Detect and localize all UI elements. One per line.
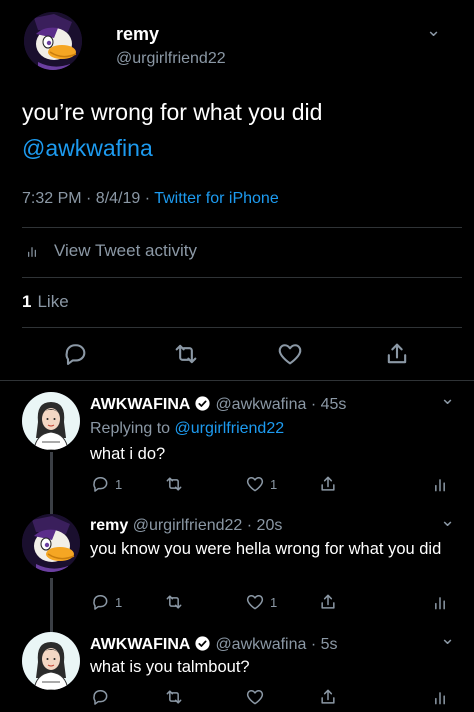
divider [22,277,462,278]
divider [22,327,462,328]
heart-icon [245,592,265,612]
heart-icon [245,474,265,494]
reply-text: what is you talmbout? [90,658,250,676]
tweet-source-link[interactable]: Twitter for iPhone [154,190,279,207]
tweet-meta: 7:32 PM · 8/4/19 · Twitter for iPhone [22,190,279,208]
reply-tweet[interactable]: AWKWAFINA @awkwafina · 45s ⌄ Replying to … [0,388,474,504]
like-button[interactable]: 1 [245,473,277,495]
avatar[interactable] [24,12,82,70]
heart-icon[interactable] [245,686,265,708]
author-name[interactable]: AWKWAFINA [90,636,190,653]
reply-button[interactable]: 1 [90,473,122,495]
like-count: 1 [270,594,278,610]
reply-header: remy @urgirlfriend22 · 20s [90,517,282,535]
author-handle[interactable]: @awkwafina · 45s [215,396,346,413]
like-button[interactable]: 1 [245,591,277,613]
retweet-icon[interactable] [164,686,184,708]
like-label: Like [37,292,69,311]
tweet-text-line: you’re wrong for what you did [22,99,323,125]
reply-icon[interactable] [90,686,110,708]
verified-badge-icon [194,395,211,412]
reply-count: 1 [115,594,123,610]
reply-icon [90,474,110,494]
chevron-down-icon[interactable]: ⌄ [440,628,455,649]
author-handle[interactable]: @awkwafina · 5s [215,636,337,653]
chevron-down-icon[interactable]: ⌄ [440,388,455,409]
replying-to: Replying to @urgirlfriend22 [90,420,284,438]
reply-count: 1 [115,476,123,492]
view-activity-button[interactable]: View Tweet activity [24,241,197,261]
reply-action-bar [90,686,460,708]
reply-header: AWKWAFINA @awkwafina · 45s [90,395,346,414]
author-name[interactable]: remy [90,517,128,534]
reply-icon[interactable] [61,340,89,368]
share-icon[interactable] [318,591,338,613]
reply-header: AWKWAFINA @awkwafina · 5s [90,635,338,654]
main-action-bar [0,340,474,370]
share-icon[interactable] [383,340,411,368]
author-handle[interactable]: @urgirlfriend22 [116,50,226,68]
reply-icon [90,592,110,612]
reply-action-bar: 1 1 [90,473,460,495]
chevron-down-icon[interactable]: ⌄ [440,510,455,531]
author-handle[interactable]: @urgirlfriend22 · 20s [133,517,283,534]
retweet-icon[interactable] [172,340,200,368]
like-count: 1 [270,476,278,492]
tweet-time: 7:32 PM · 8/4/19 · [22,190,155,207]
analytics-icon [24,243,40,259]
mention-link[interactable]: @awkwafina [22,130,322,166]
avatar[interactable] [22,392,80,450]
divider [0,380,474,381]
heart-icon[interactable] [276,340,304,368]
activity-label: View Tweet activity [54,241,197,260]
divider [22,227,462,228]
author-name[interactable]: remy [116,24,159,45]
like-count: 1 [22,292,32,311]
likes-count-link[interactable]: 1 Like [22,292,69,312]
reply-text: what i do? [90,445,166,463]
reply-tweet[interactable]: AWKWAFINA @awkwafina · 5s ⌄ what is you t… [0,628,474,712]
share-icon[interactable] [318,473,338,495]
reply-button[interactable]: 1 [90,591,122,613]
reply-tweet[interactable]: remy @urgirlfriend22 · 20s ⌄ you know yo… [0,510,474,626]
avatar[interactable] [22,632,80,690]
analytics-icon[interactable] [430,473,450,495]
reply-text: you know you were hella wrong for what y… [90,540,442,558]
replying-to-link[interactable]: @urgirlfriend22 [175,420,285,437]
retweet-icon[interactable] [164,473,184,495]
chevron-down-icon[interactable]: ⌄ [426,20,441,41]
replying-prefix: Replying to [90,420,175,437]
reply-action-bar: 1 1 [90,591,460,613]
avatar[interactable] [22,514,80,572]
retweet-icon[interactable] [164,591,184,613]
share-icon[interactable] [318,686,338,708]
main-tweet-header: remy @urgirlfriend22 ⌄ [24,12,454,74]
author-name[interactable]: AWKWAFINA [90,396,190,413]
verified-badge-icon [194,635,211,652]
tweet-text: you’re wrong for what you did @awkwafina [22,94,322,166]
analytics-icon[interactable] [430,591,450,613]
analytics-icon[interactable] [430,686,450,708]
